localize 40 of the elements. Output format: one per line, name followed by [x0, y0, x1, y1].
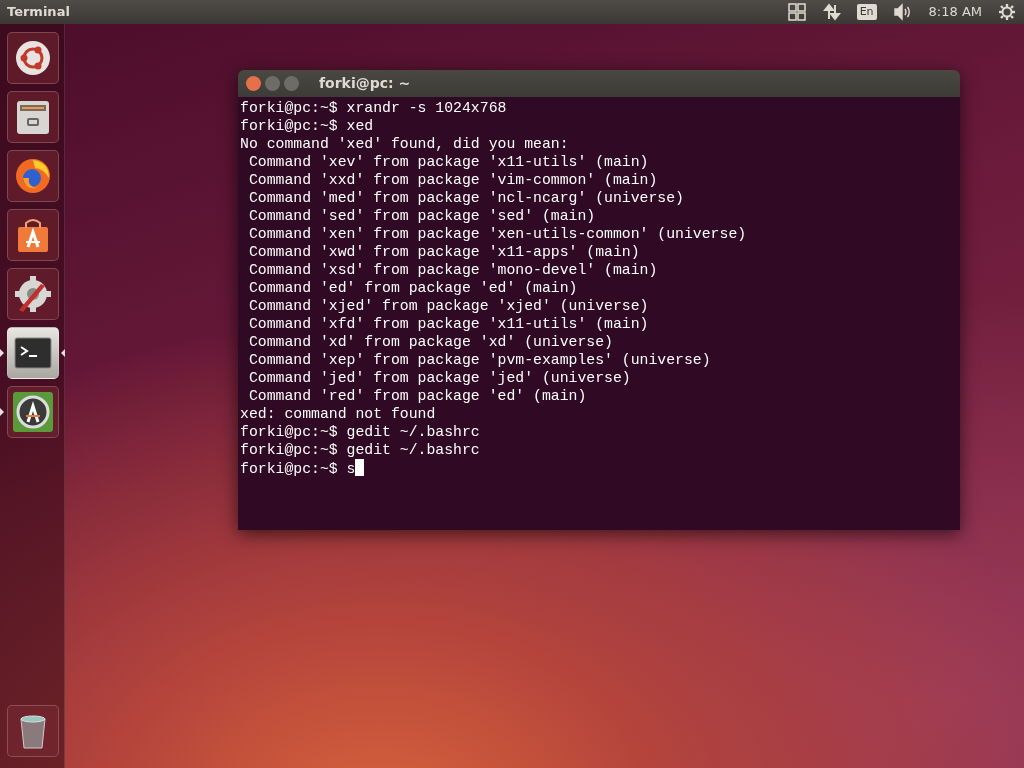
- terminal-line: forki@pc:~$ gedit ~/.bashrc: [240, 424, 480, 440]
- terminal-line: Command 'xev' from package 'x11-utils' (main): [247, 154, 649, 170]
- keyboard-layout-indicator[interactable]: En: [856, 4, 877, 20]
- gear-wrench-icon: [12, 273, 53, 314]
- terminal-line: Command 'ed' from package 'ed' (main): [247, 280, 578, 296]
- terminal-line: Command 'xfd' from package 'x11-utils' (main): [247, 316, 649, 332]
- terminal-line: forki@pc:~$ gedit ~/.bashrc: [240, 442, 480, 458]
- terminal-line: Command 'xxd' from package 'vim-common' (main): [247, 172, 658, 188]
- terminal-line: Command 'xjed' from package 'xjed' (universe): [247, 298, 649, 314]
- launcher-item[interactable]: [6, 90, 59, 143]
- launcher-item[interactable]: [6, 208, 59, 261]
- terminal-line: xed: command not found: [240, 406, 436, 422]
- terminal-line: No command 'xed' found, did you mean:: [240, 136, 569, 152]
- terminal-line: Command 'xd' from package 'xd' (universe): [247, 334, 613, 350]
- terminal-line: Command 'xwd' from package 'x11-apps' (main): [247, 244, 640, 260]
- terminal-line: Command 'red' from package 'ed' (main): [247, 388, 587, 404]
- launcher-item[interactable]: [6, 326, 59, 379]
- launcher-item[interactable]: [6, 385, 59, 438]
- terminal-line: Command 'sed' from package 'sed' (main): [247, 208, 596, 224]
- terminal-line: forki@pc:~$ xrandr -s 1024x768: [240, 100, 507, 116]
- trash-button[interactable]: [6, 704, 59, 757]
- workspace-switcher-icon[interactable]: [786, 2, 807, 22]
- window-title: forki@pc: ~: [319, 74, 411, 93]
- terminal-line: forki@pc:~$ xed: [240, 118, 374, 134]
- volume-icon[interactable]: [892, 3, 913, 21]
- terminal-line: Command 'xsd' from package 'mono-devel' (main): [247, 262, 658, 278]
- clock[interactable]: 8:18 AM: [928, 2, 982, 22]
- terminal-line: Command 'jed' from package 'jed' (universe): [247, 370, 631, 386]
- terminal-line: Command 'med' from package 'ncl-ncarg' (universe): [247, 190, 684, 206]
- terminal-line: forki@pc:~$ s: [240, 461, 356, 477]
- window-title: Terminal: [6, 3, 70, 22]
- launcher-item[interactable]: [6, 31, 59, 84]
- launcher-item[interactable]: [6, 267, 59, 320]
- launcher-item[interactable]: [6, 149, 59, 202]
- settings-icon[interactable]: [998, 3, 1016, 21]
- terminal-line: Command 'xen' from package 'xen-utils-common' (universe): [247, 226, 747, 242]
- terminal-line: Command 'xep' from package 'pvm-examples' (universe): [247, 352, 711, 368]
- close-button[interactable]: [246, 76, 261, 91]
- update-arrows-icon: [12, 391, 53, 432]
- network-icon[interactable]: [822, 3, 841, 21]
